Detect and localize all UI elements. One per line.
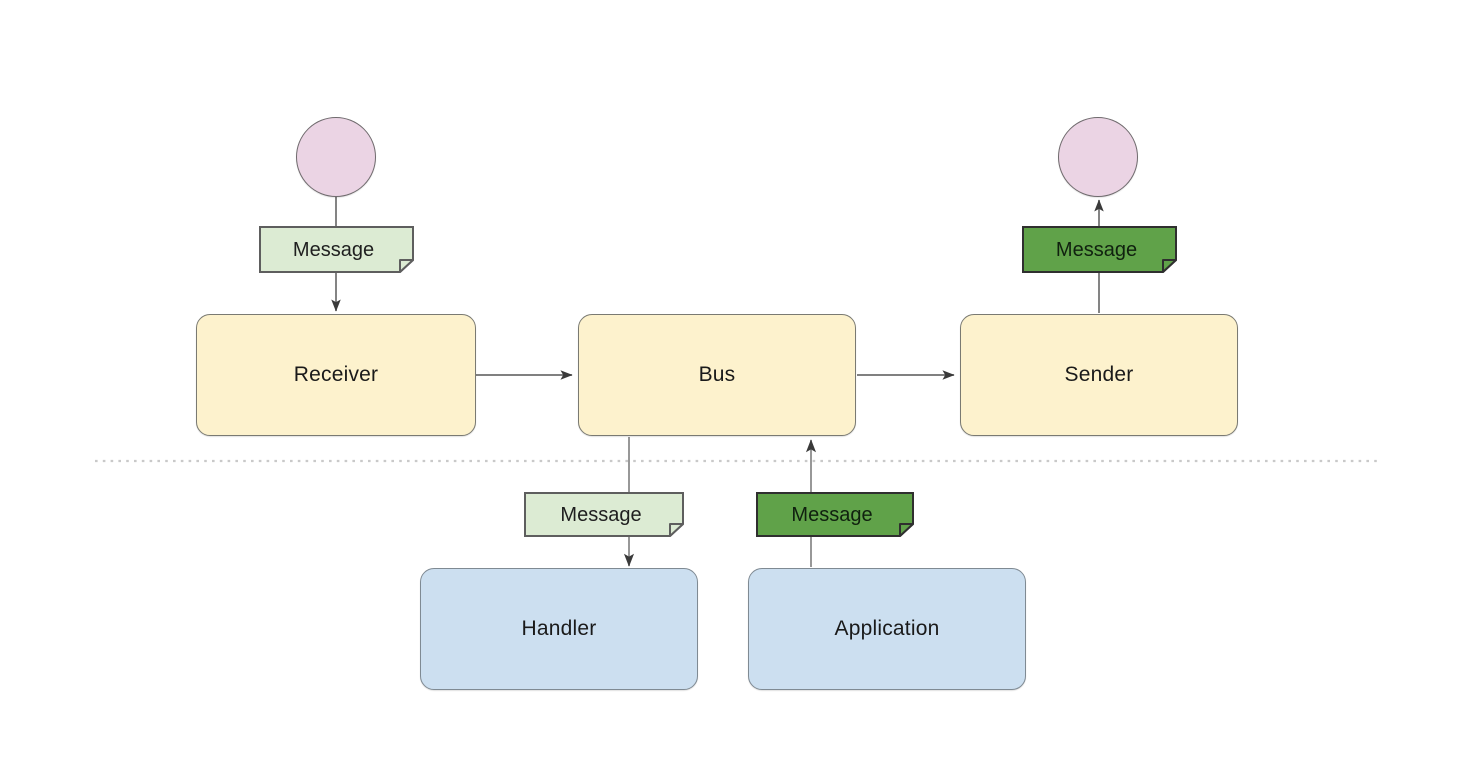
diagram-canvas: Receiver Bus Sender Handler Application … — [0, 0, 1469, 774]
note-handler-message[interactable]: Message — [524, 492, 684, 537]
node-sender-label: Sender — [1064, 363, 1134, 387]
node-application[interactable]: Application — [748, 568, 1026, 690]
node-receiver-label: Receiver — [293, 363, 379, 387]
node-handler-label: Handler — [521, 617, 597, 641]
note-sender-message-label: Message — [1055, 238, 1138, 261]
node-bus-label: Bus — [698, 363, 736, 387]
note-receiver-message-label: Message — [292, 238, 375, 261]
node-bus[interactable]: Bus — [578, 314, 856, 436]
node-application-label: Application — [834, 617, 940, 641]
node-handler[interactable]: Handler — [420, 568, 698, 690]
node-sender[interactable]: Sender — [960, 314, 1238, 436]
note-receiver-message[interactable]: Message — [259, 226, 414, 273]
receiver-start-circle[interactable] — [296, 117, 376, 197]
note-sender-message[interactable]: Message — [1022, 226, 1177, 273]
note-application-message-label: Message — [791, 503, 873, 526]
sender-start-circle[interactable] — [1058, 117, 1138, 197]
note-handler-message-label: Message — [560, 503, 642, 526]
note-application-message[interactable]: Message — [756, 492, 914, 537]
node-receiver[interactable]: Receiver — [196, 314, 476, 436]
